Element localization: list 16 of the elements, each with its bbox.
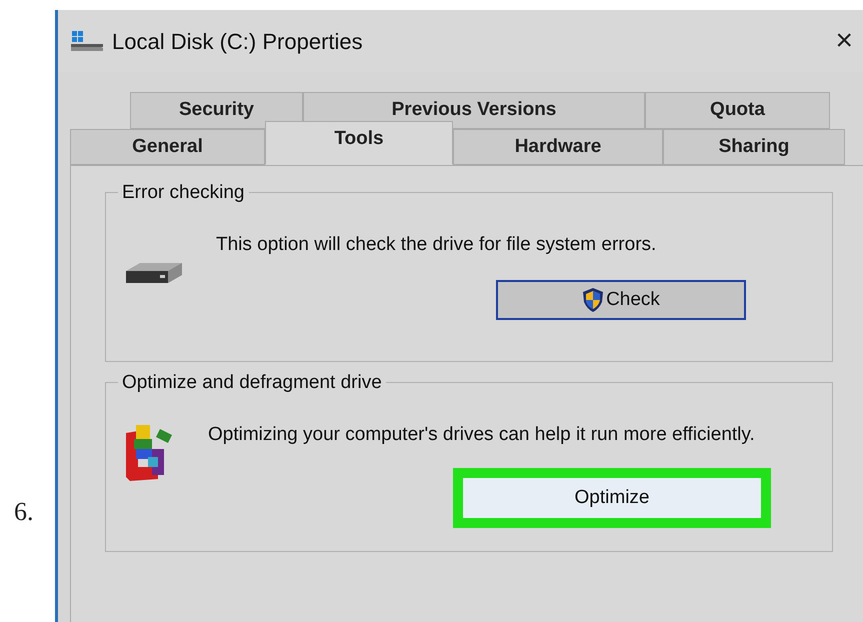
tab[interactable]: Previous Versions bbox=[303, 92, 645, 128]
action-button[interactable]: Check bbox=[496, 280, 746, 320]
drive-icon bbox=[70, 30, 104, 52]
tab[interactable]: Security bbox=[130, 92, 303, 128]
close-button[interactable]: × bbox=[825, 26, 863, 56]
action-button[interactable]: Optimize bbox=[453, 468, 771, 528]
tab[interactable]: Tools bbox=[265, 120, 453, 165]
shield-icon bbox=[582, 286, 604, 313]
tab[interactable]: General bbox=[70, 128, 265, 165]
tab[interactable]: Quota bbox=[645, 92, 830, 128]
tab[interactable]: Sharing bbox=[663, 128, 845, 165]
step-number: 6. bbox=[14, 496, 34, 528]
description-text: This option will check the drive for file system errors. bbox=[216, 233, 658, 257]
tab[interactable]: Hardware bbox=[453, 128, 663, 165]
description-text: Optimizing your computer's drives can help it run more efficiently. bbox=[208, 423, 756, 447]
window-title: Local Disk (C:) Properties bbox=[112, 28, 364, 56]
